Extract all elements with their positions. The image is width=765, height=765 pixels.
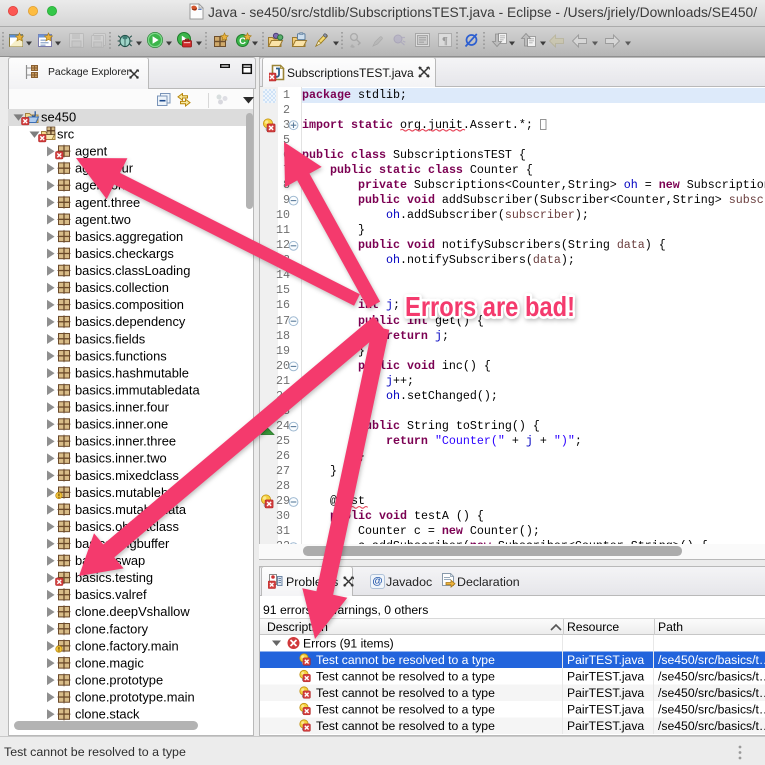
svg-text:basics.swap: basics.swap <box>75 553 145 568</box>
svg-text:PairTEST.java: PairTEST.java <box>567 670 644 684</box>
svg-text:basics.inner.three: basics.inner.three <box>75 434 176 449</box>
svg-text:Errors (91 items): Errors (91 items) <box>303 637 394 651</box>
svg-text:basics.inner.four: basics.inner.four <box>75 400 170 415</box>
svg-text:agent: agent <box>75 144 108 159</box>
svg-text:Test cannot be resolved to a t: Test cannot be resolved to a type <box>316 719 495 733</box>
svg-text:clone.factory.main: clone.factory.main <box>75 638 179 653</box>
svg-text:clone.stack: clone.stack <box>75 707 140 722</box>
svg-text:basics.checkargs: basics.checkargs <box>75 246 174 261</box>
svg-text:agent.three: agent.three <box>75 195 140 210</box>
svg-text:clone.factory: clone.factory <box>75 621 149 636</box>
svg-text:basics.objectclass: basics.objectclass <box>75 519 179 534</box>
svg-text:PairTEST.java: PairTEST.java <box>567 703 644 717</box>
svg-text:basics.immutabledata: basics.immutabledata <box>75 382 201 397</box>
svg-text:basics.testing: basics.testing <box>75 570 153 585</box>
svg-text:¶: ¶ <box>442 35 448 47</box>
svg-text:agent.two: agent.two <box>75 212 131 227</box>
svg-text:Test cannot be resolved to a t: Test cannot be resolved to a type <box>316 653 495 667</box>
svg-text:PairTEST.java: PairTEST.java <box>567 719 644 733</box>
svg-text:basics.aggregation: basics.aggregation <box>75 229 183 244</box>
svg-text:basics.mutabledata: basics.mutabledata <box>75 502 187 517</box>
svg-text:agent.one: agent.one <box>75 178 132 193</box>
svg-text:/se450/src/basics/t…: /se450/src/basics/t… <box>658 653 765 667</box>
svg-text:Test cannot be resolved to a t: Test cannot be resolved to a type <box>316 703 495 717</box>
svg-text:/se450/src/basics/t…: /se450/src/basics/t… <box>658 686 765 700</box>
svg-text:basics.classLoading: basics.classLoading <box>75 263 190 278</box>
svg-text:basics.dependency: basics.dependency <box>75 314 186 329</box>
svg-text:basics.ringbuffer: basics.ringbuffer <box>75 536 170 551</box>
svg-text:PairTEST.java: PairTEST.java <box>567 686 644 700</box>
svg-text:C: C <box>239 36 246 47</box>
svg-text:basics.mutablebox: basics.mutablebox <box>75 485 182 500</box>
svg-text:basics.collection: basics.collection <box>75 280 169 295</box>
svg-text:basics.inner.one: basics.inner.one <box>75 417 168 432</box>
svg-text:basics.functions: basics.functions <box>75 348 167 363</box>
svg-text:/se450/src/basics/t…: /se450/src/basics/t… <box>658 703 765 717</box>
svg-text:clone.prototype: clone.prototype <box>75 672 163 687</box>
svg-text:/se450/src/basics/t…: /se450/src/basics/t… <box>658 719 765 733</box>
svg-text:se450: se450 <box>41 110 76 125</box>
svg-text:clone.deepVshallow: clone.deepVshallow <box>75 604 190 619</box>
svg-text:clone.magic: clone.magic <box>75 655 144 670</box>
svg-text:agent.four: agent.four <box>75 161 134 176</box>
svg-text:basics.inner.two: basics.inner.two <box>75 451 167 466</box>
svg-text:PairTEST.java: PairTEST.java <box>567 653 644 667</box>
svg-text:Test cannot be resolved to a t: Test cannot be resolved to a type <box>316 670 495 684</box>
svg-text:/se450/src/basics/t…: /se450/src/basics/t… <box>658 670 765 684</box>
svg-text:basics.valref: basics.valref <box>75 587 147 602</box>
svg-text:basics.hashmutable: basics.hashmutable <box>75 365 189 380</box>
svg-text:src: src <box>57 127 75 142</box>
svg-text:basics.fields: basics.fields <box>75 331 145 346</box>
svg-text:basics.mixedclass: basics.mixedclass <box>75 468 179 483</box>
svg-text:clone.prototype.main: clone.prototype.main <box>75 690 195 705</box>
svg-text:Test cannot be resolved to a t: Test cannot be resolved to a type <box>316 686 495 700</box>
svg-text:basics.composition: basics.composition <box>75 297 184 312</box>
